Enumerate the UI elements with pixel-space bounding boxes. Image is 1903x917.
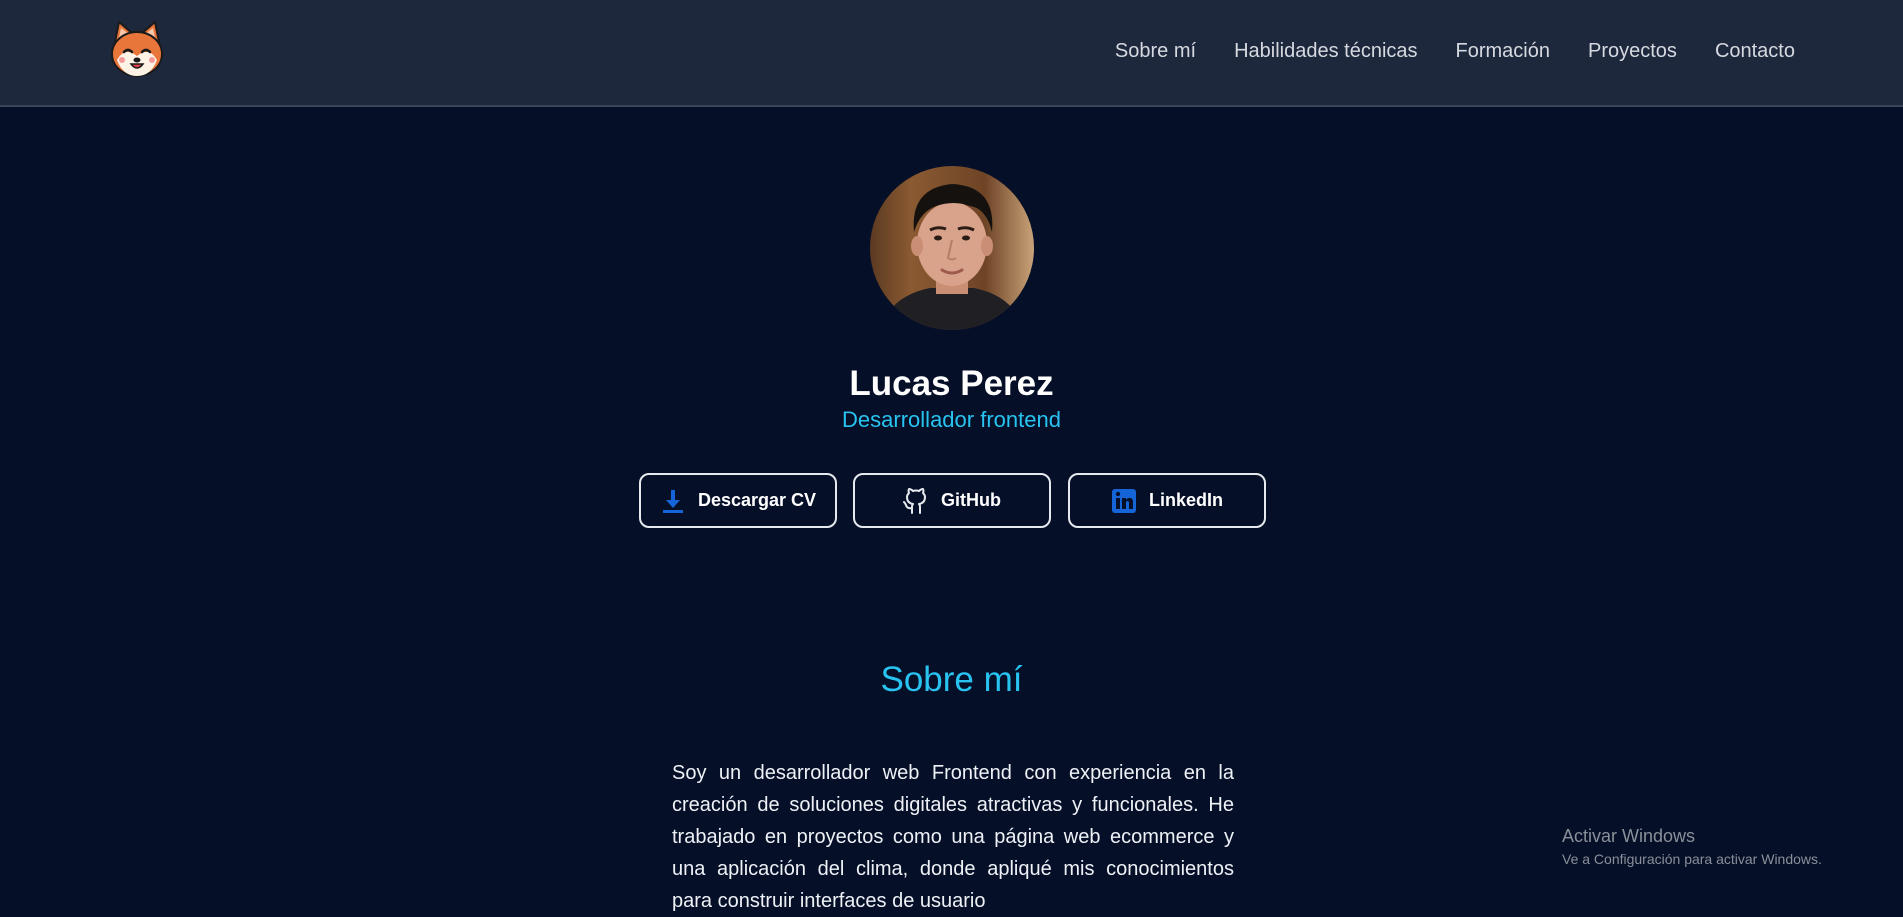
profile-avatar xyxy=(870,166,1034,330)
download-cv-label: Descargar CV xyxy=(697,490,817,510)
linkedin-button[interactable]: LinkedIn xyxy=(1068,473,1266,528)
profile-role: Desarrollador frontend xyxy=(842,407,1061,432)
nav-menu: Sobre mí Habilidades técnicas Formación … xyxy=(1115,40,1795,63)
about-paragraph: Soy un desarrollador web Frontend con ex… xyxy=(672,762,1234,912)
nav-link-habilidades[interactable]: Habilidades técnicas xyxy=(1234,40,1417,63)
nav-link-formacion[interactable]: Formación xyxy=(1456,40,1550,63)
nav-link-sobre-mi[interactable]: Sobre mí xyxy=(1115,40,1196,63)
linkedin-icon xyxy=(1111,488,1137,514)
linkedin-label: LinkedIn xyxy=(1148,490,1223,510)
watermark-title: Activar Windows xyxy=(1562,826,1696,846)
windows-activation-watermark: Activar Windows Ve a Configuración para … xyxy=(1562,826,1822,867)
github-icon xyxy=(903,487,929,514)
watermark-subtitle: Ve a Configuración para activar Windows. xyxy=(1562,851,1822,867)
top-navbar: Sobre mí Habilidades técnicas Formación … xyxy=(0,0,1903,107)
about-section-title: Sobre mí xyxy=(880,660,1023,699)
profile-name: Lucas Perez xyxy=(849,364,1054,403)
nav-link-proyectos[interactable]: Proyectos xyxy=(1588,40,1677,63)
nav-link-contacto[interactable]: Contacto xyxy=(1715,40,1795,63)
download-icon xyxy=(660,488,686,514)
shiba-logo-icon[interactable] xyxy=(107,20,167,80)
download-cv-button[interactable]: Descargar CV xyxy=(639,473,837,528)
github-label: GitHub xyxy=(941,490,1001,510)
github-button[interactable]: GitHub xyxy=(853,473,1051,528)
